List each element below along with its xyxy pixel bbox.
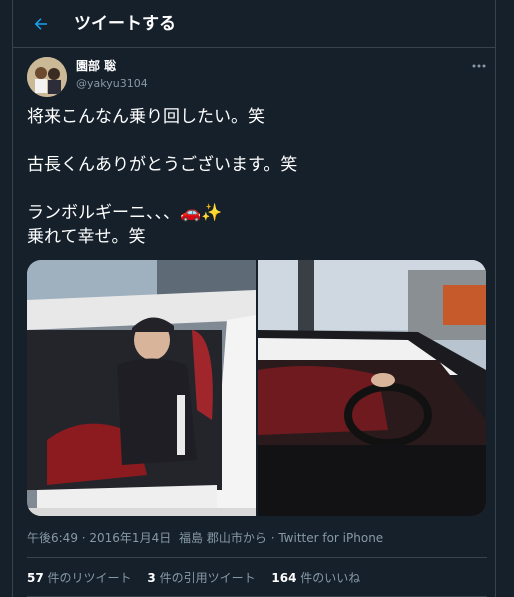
avatar[interactable] <box>27 57 67 97</box>
likes-label: 件のいいね <box>300 571 361 585</box>
arrow-left-icon <box>34 18 47 30</box>
author-name[interactable]: 園部 聡 <box>76 58 116 74</box>
page-title: ツイートする <box>74 14 176 34</box>
location: 福島 郡山市から <box>179 531 267 545</box>
more-icon <box>472 64 486 68</box>
tweet-page: ツイートする 園部 聡 @yakyu3104 将来こんなん乗り回したい。笑 古長… <box>12 0 496 597</box>
likes-count: 164 <box>271 571 297 585</box>
more-options-button[interactable] <box>469 58 489 74</box>
back-button[interactable] <box>29 12 53 36</box>
quotes-label: 件の引用ツイート <box>159 571 256 585</box>
tweet-text: 将来こんなん乗り回したい。笑 古長くんありがとうございます。笑 ランボルギーニ、… <box>27 107 298 247</box>
tweet-meta: 午後6:49 · 2016年1月4日 福島 郡山市から · Twitter fo… <box>27 530 383 546</box>
tweet-stats: 57 件のリツイート 3 件の引用ツイート 164 件のいいね <box>27 570 372 586</box>
likes-stat[interactable]: 164 件のいいね <box>271 571 360 585</box>
divider <box>27 557 487 558</box>
author-handle[interactable]: @yakyu3104 <box>76 76 148 92</box>
timestamp[interactable]: 午後6:49 · 2016年1月4日 <box>27 531 171 545</box>
quotes-stat[interactable]: 3 件の引用ツイート <box>147 571 255 585</box>
retweets-stat[interactable]: 57 件のリツイート <box>27 571 132 585</box>
tweet-photo-1[interactable] <box>27 260 256 516</box>
top-bar: ツイートする <box>13 0 495 48</box>
quotes-count: 3 <box>147 571 156 585</box>
tweet-photo-2[interactable] <box>258 260 486 516</box>
retweets-count: 57 <box>27 571 44 585</box>
retweets-label: 件のリツイート <box>47 571 132 585</box>
source-link[interactable]: Twitter for iPhone <box>278 531 383 545</box>
